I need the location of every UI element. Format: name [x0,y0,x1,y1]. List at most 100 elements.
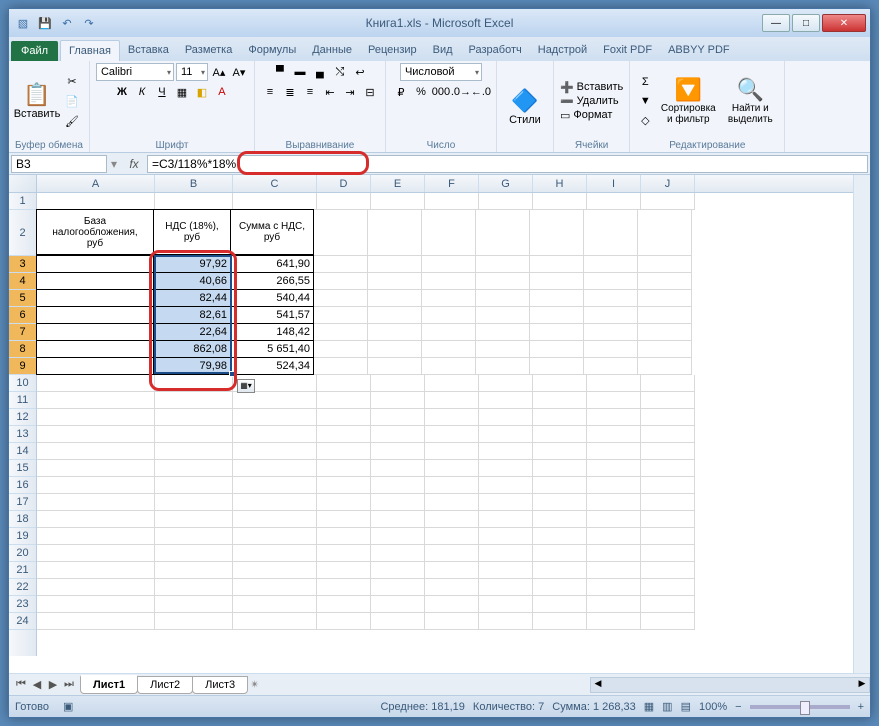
cell-G22[interactable] [479,579,533,596]
cell-I9[interactable] [584,358,638,375]
cell-A23[interactable] [37,596,155,613]
cell-G7[interactable] [476,324,530,341]
name-box[interactable]: B3 [11,155,107,173]
cell-I1[interactable] [587,193,641,210]
row-header-16[interactable]: 16 [9,477,36,494]
cell-I20[interactable] [587,545,641,562]
cell-F3[interactable] [422,256,476,273]
cell-B10[interactable] [155,375,233,392]
cell-J5[interactable] [638,290,692,307]
cell-E9[interactable] [368,358,422,375]
percent-icon[interactable]: % [412,83,430,101]
cell-B13[interactable] [155,426,233,443]
cell-F23[interactable] [425,596,479,613]
cell-D17[interactable] [317,494,371,511]
view-layout-icon[interactable]: ▥ [662,700,672,713]
sheet-tab-Лист1[interactable]: Лист1 [80,675,138,694]
cell-A7[interactable] [36,323,154,341]
spreadsheet-grid[interactable]: ABCDEFGHIJ 12345678910111213141516171819… [9,175,870,673]
cell-E1[interactable] [371,193,425,210]
cell-C11[interactable] [233,392,317,409]
cell-H6[interactable] [530,307,584,324]
indent-inc-icon[interactable]: ⇥ [341,83,359,101]
ribbon-tab-abbyy pdf[interactable]: ABBYY PDF [660,40,738,61]
font-size-combo[interactable]: 11 [176,63,208,81]
cell-J16[interactable] [641,477,695,494]
row-header-2[interactable]: 2 [9,210,36,256]
cell-I8[interactable] [584,341,638,358]
cell-B17[interactable] [155,494,233,511]
cell-G5[interactable] [476,290,530,307]
align-right-icon[interactable]: ≡ [301,83,319,101]
row-header-23[interactable]: 23 [9,596,36,613]
cell-G19[interactable] [479,528,533,545]
cell-C23[interactable] [233,596,317,613]
ribbon-tab-foxit pdf[interactable]: Foxit PDF [595,40,660,61]
cell-H22[interactable] [533,579,587,596]
cell-D20[interactable] [317,545,371,562]
cell-A24[interactable] [37,613,155,630]
autosum-icon[interactable]: Σ [636,73,654,91]
cell-A17[interactable] [37,494,155,511]
ribbon-tab-разметка[interactable]: Разметка [177,40,241,61]
cell-D3[interactable] [314,256,368,273]
cell-G20[interactable] [479,545,533,562]
zoom-out-icon[interactable]: − [735,701,741,713]
cell-D5[interactable] [314,290,368,307]
cell-J7[interactable] [638,324,692,341]
cell-H17[interactable] [533,494,587,511]
cell-A14[interactable] [37,443,155,460]
cell-C24[interactable] [233,613,317,630]
cell-C4[interactable]: 266,55 [230,272,314,290]
redo-icon[interactable]: ↷ [79,13,99,33]
bold-icon[interactable]: Ж [113,83,131,101]
cell-A22[interactable] [37,579,155,596]
row-header-22[interactable]: 22 [9,579,36,596]
cell-E6[interactable] [368,307,422,324]
cell-I23[interactable] [587,596,641,613]
cell-D24[interactable] [317,613,371,630]
format-painter-icon[interactable]: 🖌 [63,112,81,130]
col-header-H[interactable]: H [533,175,587,192]
cell-E14[interactable] [371,443,425,460]
cell-J13[interactable] [641,426,695,443]
col-header-F[interactable]: F [425,175,479,192]
copy-icon[interactable]: 📄 [63,92,81,110]
cell-B14[interactable] [155,443,233,460]
cell-J1[interactable] [641,193,695,210]
col-header-C[interactable]: C [233,175,317,192]
cell-I16[interactable] [587,477,641,494]
cell-H24[interactable] [533,613,587,630]
cell-J17[interactable] [641,494,695,511]
cell-F18[interactable] [425,511,479,528]
border-icon[interactable]: ▦ [173,83,191,101]
ribbon-tab-вид[interactable]: Вид [425,40,461,61]
cell-B2[interactable]: НДС (18%), руб [153,209,231,255]
cell-G15[interactable] [479,460,533,477]
cell-D19[interactable] [317,528,371,545]
cell-E2[interactable] [368,210,422,256]
cell-B8[interactable]: 862,08 [153,340,231,358]
cell-F4[interactable] [422,273,476,290]
cell-F8[interactable] [422,341,476,358]
cell-E4[interactable] [368,273,422,290]
cell-H16[interactable] [533,477,587,494]
cell-D8[interactable] [314,341,368,358]
cell-J20[interactable] [641,545,695,562]
horizontal-scrollbar[interactable]: ◀ ▶ [590,677,870,693]
row-header-4[interactable]: 4 [9,273,36,290]
col-header-B[interactable]: B [155,175,233,192]
zoom-slider[interactable] [750,705,850,709]
align-bottom-icon[interactable]: ▄ [311,63,329,81]
wrap-text-icon[interactable]: ↩ [351,63,369,81]
cell-B20[interactable] [155,545,233,562]
font-color-icon[interactable]: A [213,83,231,101]
cell-A20[interactable] [37,545,155,562]
cell-C19[interactable] [233,528,317,545]
cell-D10[interactable] [317,375,371,392]
cell-A9[interactable] [36,357,154,375]
cell-J6[interactable] [638,307,692,324]
col-header-J[interactable]: J [641,175,695,192]
select-all-corner[interactable] [9,175,37,193]
cell-E3[interactable] [368,256,422,273]
